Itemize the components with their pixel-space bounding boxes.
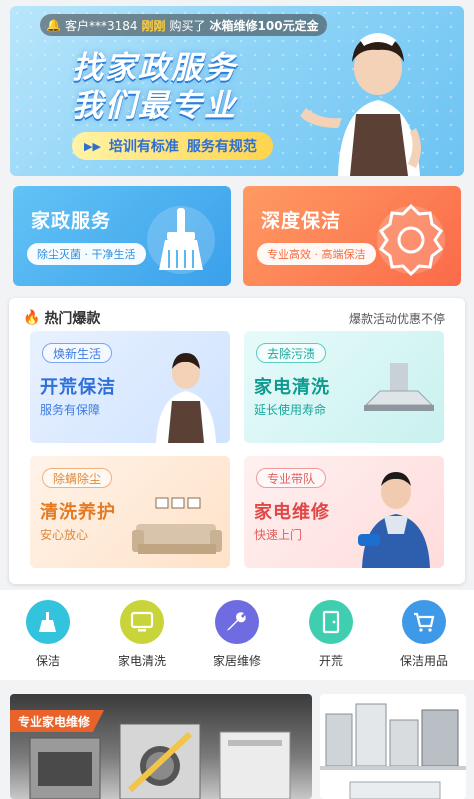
tile-move-in-cleaning[interactable]: 焕新生活 开荒保洁 服务有保障 xyxy=(30,331,230,443)
category-supplies[interactable]: 保洁用品 xyxy=(384,600,464,669)
notice-verb: 购买了 xyxy=(169,18,206,33)
notice-item: 冰箱维修100元定金 xyxy=(209,18,319,33)
hero-banner[interactable]: 🔔 客户***3184 刚刚 购买了 冰箱维修100元定金 找家政服务 我们最专… xyxy=(10,6,464,176)
bell-icon: 🔔 xyxy=(46,18,61,32)
tile-appliance-cleaning[interactable]: 去除污渍 家电清洗 延长使用寿命 xyxy=(244,331,444,443)
category-appliance-cleaning[interactable]: 家电清洗 xyxy=(102,600,182,669)
category-cleaning[interactable]: 保洁 xyxy=(8,600,88,669)
promo-appliance-repair[interactable]: 专业家电维修 xyxy=(10,694,312,799)
promo-appliances[interactable] xyxy=(320,694,466,799)
notice-highlight: 刚刚 xyxy=(141,18,166,33)
category-label: 保洁用品 xyxy=(399,654,448,668)
tile-appliance-repair[interactable]: 专业带队 家电维修 快速上门 xyxy=(244,456,444,568)
hot-deals-label: 热门爆款 xyxy=(44,311,101,327)
double-arrow-icon: ▶▶ xyxy=(84,139,101,153)
tile-subtitle: 延长使用寿命 xyxy=(254,403,327,417)
tile-subtitle: 安心放心 xyxy=(40,528,89,542)
card-housekeeping[interactable]: 家政服务 除尘灭菌 · 干净生活 xyxy=(13,186,231,286)
category-home-repair[interactable]: 家居维修 xyxy=(197,600,277,669)
broom-icon xyxy=(26,600,70,644)
tile-title: 家电清洗 xyxy=(254,377,330,398)
tile-subtitle: 服务有保障 xyxy=(40,403,101,417)
category-row: 保洁 家电清洗 家居维修 开荒 保洁用品 xyxy=(0,590,474,680)
card-pill: 专业高效 · 高端保洁 xyxy=(257,243,376,265)
tile-title: 清洗养护 xyxy=(40,502,116,523)
banner-tag-1: 培训有标准 xyxy=(108,139,179,155)
tile-tag: 焕新生活 xyxy=(42,343,113,363)
fire-icon: 🔥 xyxy=(23,310,41,326)
tile-subtitle: 快速上门 xyxy=(254,528,303,542)
card-title: 深度保洁 xyxy=(261,210,342,232)
notice-customer: 客户***3184 xyxy=(64,18,138,33)
sofa-image xyxy=(132,497,222,554)
monitor-icon xyxy=(120,600,164,644)
purchase-notice: 🔔 客户***3184 刚刚 购买了 冰箱维修100元定金 xyxy=(40,14,327,36)
broom-icon xyxy=(147,206,215,274)
cart-icon xyxy=(402,600,446,644)
award-badge-icon xyxy=(377,203,445,276)
door-icon xyxy=(309,600,353,644)
tile-title: 家电维修 xyxy=(254,502,330,523)
housekeeper-photo xyxy=(300,33,421,176)
category-move-in[interactable]: 开荒 xyxy=(291,600,371,669)
technician-photo xyxy=(358,472,430,568)
promo-badge: 专业家电维修 xyxy=(10,710,105,732)
hot-deals-subtitle[interactable]: 爆款活动优惠不停 xyxy=(349,310,445,327)
tile-tag: 去除污渍 xyxy=(256,343,327,363)
category-label: 家居维修 xyxy=(212,654,261,668)
wrench-icon xyxy=(215,600,259,644)
card-title: 家政服务 xyxy=(31,210,112,232)
tile-tag: 专业带队 xyxy=(256,468,327,488)
appliance-group-image xyxy=(320,703,466,799)
cleaner-photo xyxy=(156,353,216,443)
hot-deals-title: 🔥 热门爆款 xyxy=(23,308,100,328)
category-label: 开荒 xyxy=(318,654,343,668)
hot-deals-section: 🔥 热门爆款 爆款活动优惠不停 焕新生活 开荒保洁 服务有保障 去除污渍 家电清… xyxy=(9,298,465,584)
banner-tag-2: 服务有规范 xyxy=(186,139,257,155)
appliances-photo xyxy=(29,723,291,799)
tile-tag: 除螨除尘 xyxy=(42,468,113,488)
banner-headline-2: 我们最专业 xyxy=(72,88,237,124)
card-deep-cleaning[interactable]: 深度保洁 专业高效 · 高端保洁 xyxy=(243,186,461,286)
tile-care-cleaning[interactable]: 除螨除尘 清洗养护 安心放心 xyxy=(30,456,230,568)
card-pill: 除尘灭菌 · 干净生活 xyxy=(27,243,146,265)
range-hood-image xyxy=(364,363,434,411)
banner-tagline: ▶▶ 培训有标准 服务有规范 xyxy=(72,132,273,160)
category-label: 家电清洗 xyxy=(117,654,166,668)
category-label: 保洁 xyxy=(35,654,60,668)
tile-title: 开荒保洁 xyxy=(40,377,116,398)
